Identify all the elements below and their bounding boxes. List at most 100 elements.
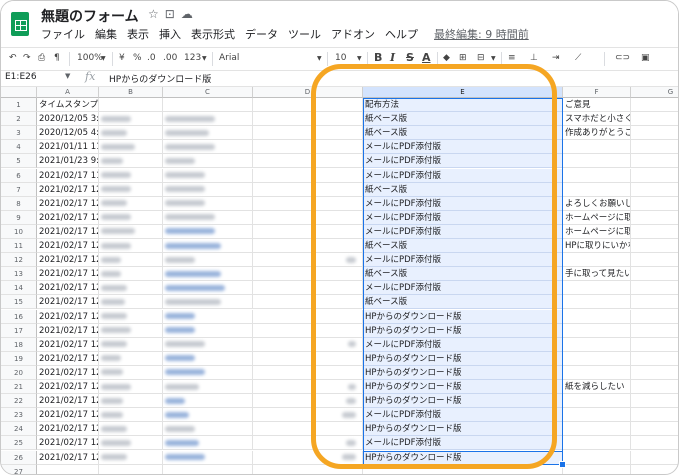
cell-d12[interactable]	[253, 253, 363, 268]
increase-decimal-button[interactable]: .00	[163, 53, 177, 63]
cell-g11[interactable]	[631, 239, 678, 254]
cell-b21[interactable]	[99, 380, 163, 395]
move-folder-icon[interactable]: ⊡	[165, 7, 181, 21]
fill-handle[interactable]	[559, 460, 566, 468]
menu-item[interactable]: データ	[245, 26, 278, 42]
cell-b5[interactable]	[99, 154, 163, 169]
cell-b1[interactable]	[99, 98, 163, 113]
cell-c23[interactable]	[163, 408, 253, 423]
cell-g9[interactable]	[631, 211, 678, 225]
row-header[interactable]: 15	[1, 295, 37, 310]
cell-e14[interactable]: メールにPDF添付版	[363, 281, 563, 296]
menu-item[interactable]: ヘルプ	[385, 26, 418, 42]
row-header[interactable]: 19	[1, 351, 37, 366]
cell-g15[interactable]	[631, 295, 678, 310]
cell-d4[interactable]	[253, 140, 363, 155]
row-header[interactable]: 1	[1, 98, 37, 113]
cell-f26[interactable]	[563, 450, 631, 465]
cell-g17[interactable]	[631, 324, 678, 338]
cell-e9[interactable]: メールにPDF添付版	[363, 210, 563, 225]
row-header[interactable]: 20	[1, 365, 37, 380]
cell-d22[interactable]	[253, 394, 363, 409]
cell-c4[interactable]	[163, 140, 253, 155]
menu-item[interactable]: 編集	[95, 26, 117, 42]
cell-f21[interactable]: 紙を減らしたい	[563, 380, 631, 395]
column-header-c[interactable]: C	[163, 87, 253, 98]
cell-c2[interactable]	[163, 112, 253, 127]
row-header[interactable]: 3	[1, 126, 37, 141]
cell-f14[interactable]	[563, 281, 631, 296]
cell-e13[interactable]: 紙ベース版	[363, 267, 563, 282]
cell-f6[interactable]	[563, 168, 631, 183]
cell-c12[interactable]	[163, 253, 253, 268]
cell-g23[interactable]	[631, 408, 678, 423]
cell-d26[interactable]	[253, 450, 363, 465]
cell-g4[interactable]	[631, 140, 678, 155]
cell-a11[interactable]: 2021/02/17 12:1	[37, 239, 99, 254]
cell-b15[interactable]	[99, 295, 163, 310]
cell-f1[interactable]: ご意見	[563, 98, 631, 113]
row-header[interactable]: 12	[1, 253, 37, 268]
cell-d8[interactable]	[253, 196, 363, 211]
cell-f7[interactable]	[563, 182, 631, 197]
cell-f4[interactable]	[563, 140, 631, 155]
cell-f10[interactable]: ホームページに取りに行くのは面倒	[563, 224, 631, 239]
row-header[interactable]: 26	[1, 450, 37, 465]
cell-f3[interactable]: 作成ありがとうご	[563, 126, 631, 141]
cell-f25[interactable]	[563, 436, 631, 451]
cell-g26[interactable]	[631, 451, 678, 465]
cell-c27[interactable]	[163, 464, 253, 474]
cell-e25[interactable]: メールにPDF添付版	[363, 436, 563, 451]
cell-f27[interactable]	[563, 464, 631, 474]
cell-f17[interactable]	[563, 323, 631, 338]
cell-f24[interactable]	[563, 422, 631, 437]
cell-a20[interactable]: 2021/02/17 12:3	[37, 365, 99, 380]
row-header[interactable]: 13	[1, 267, 37, 282]
cell-c14[interactable]	[163, 281, 253, 296]
cell-c11[interactable]	[163, 239, 253, 254]
cell-a23[interactable]: 2021/02/17 12:4	[37, 408, 99, 423]
cell-b17[interactable]	[99, 323, 163, 338]
cell-f12[interactable]	[563, 253, 631, 268]
cell-a21[interactable]: 2021/02/17 12:3	[37, 380, 99, 395]
cell-g18[interactable]	[631, 338, 678, 352]
cell-d9[interactable]	[253, 210, 363, 225]
cell-c1[interactable]	[163, 98, 253, 113]
cell-b7[interactable]	[99, 182, 163, 197]
cell-e20[interactable]: HPからのダウンロード版	[363, 365, 563, 380]
cell-a4[interactable]: 2021/01/11 11:52	[37, 140, 99, 155]
cell-g19[interactable]	[631, 352, 678, 366]
cell-a10[interactable]: 2021/02/17 12:1	[37, 224, 99, 239]
cell-a1[interactable]: タイムスタンプ	[37, 98, 99, 113]
horizontal-align-icon[interactable]: ≡	[508, 53, 516, 63]
cell-a18[interactable]: 2021/02/17 12:3	[37, 337, 99, 352]
cell-f23[interactable]	[563, 408, 631, 423]
cell-g5[interactable]	[631, 154, 678, 169]
cell-b14[interactable]	[99, 281, 163, 296]
cell-d1[interactable]	[253, 98, 363, 113]
cell-d18[interactable]	[253, 337, 363, 352]
cell-e2[interactable]: 紙ベース版	[363, 112, 563, 127]
cell-g25[interactable]	[631, 436, 678, 451]
bold-button[interactable]: B	[374, 51, 382, 64]
cell-b16[interactable]	[99, 309, 163, 324]
merge-cells-icon[interactable]: ⊟	[477, 53, 485, 63]
cell-b19[interactable]	[99, 351, 163, 366]
cell-f20[interactable]	[563, 365, 631, 380]
cell-e15[interactable]: 紙ベース版	[363, 295, 563, 310]
cell-c21[interactable]	[163, 380, 253, 395]
cell-e16[interactable]: HPからのダウンロード版	[363, 309, 563, 324]
cell-c26[interactable]	[163, 450, 253, 465]
cell-c16[interactable]	[163, 309, 253, 324]
cell-e19[interactable]: HPからのダウンロード版	[363, 351, 563, 366]
cell-b8[interactable]	[99, 196, 163, 211]
cell-c7[interactable]	[163, 182, 253, 197]
cell-d14[interactable]	[253, 281, 363, 296]
cell-g7[interactable]	[631, 183, 678, 197]
cell-c9[interactable]	[163, 210, 253, 225]
row-header[interactable]: 9	[1, 210, 37, 225]
percent-button[interactable]: %	[133, 53, 142, 63]
cell-e24[interactable]: HPからのダウンロード版	[363, 422, 563, 437]
cell-e10[interactable]: メールにPDF添付版	[363, 224, 563, 239]
cell-d17[interactable]	[253, 323, 363, 338]
